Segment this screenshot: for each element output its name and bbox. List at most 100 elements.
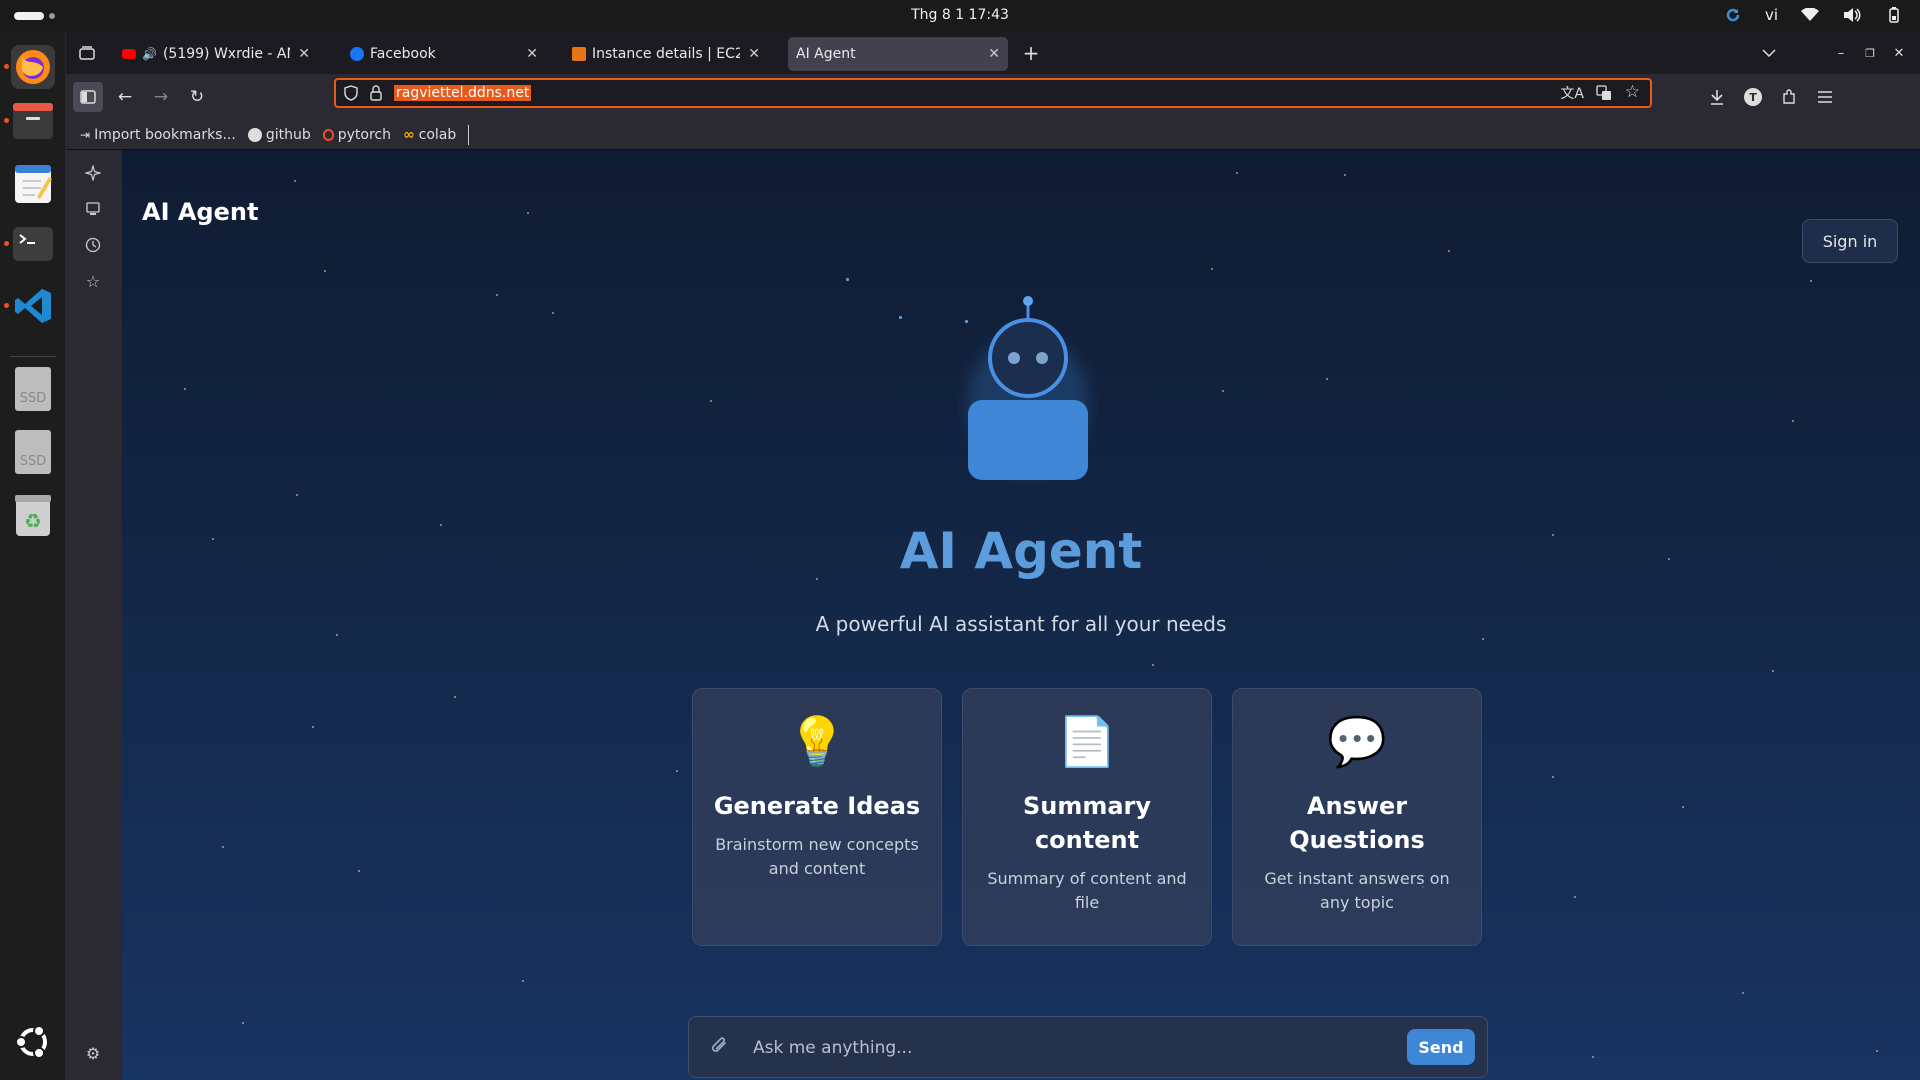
card-title: Answer Questions [1289,792,1425,854]
new-tab-button[interactable]: + [1016,38,1046,68]
url-bar[interactable]: ragviettel.ddns.net 文A ☆ [334,78,1652,108]
window-close-button[interactable]: ✕ [1884,38,1914,68]
card-title: Generate Ideas [713,792,921,820]
card-description: Get instant answers on any topic [1264,869,1450,912]
card-summary-content[interactable]: 📄 Summary content Summary of content and… [962,688,1212,946]
bookmark-import[interactable]: ⇥ Import bookmarks... [80,127,236,143]
minimize-button[interactable]: – [1826,38,1856,68]
keyboard-language[interactable]: vi [1765,6,1778,24]
bookmark-github[interactable]: github [247,127,311,143]
aws-icon [572,47,586,61]
bookmarks-toolbar: ⇥ Import bookmarks... github pytorch ∞ c… [66,120,1920,150]
tab-bar: 🔊 (5199) Wxrdie - ANH F ✕ Facebook ✕ Ins… [66,32,1920,74]
ai-agent-page: AI Agent Sign in AI Agent A powerful AI … [122,150,1920,1080]
tab-overview-icon[interactable] [72,38,102,68]
files-icon[interactable] [4,99,55,143]
volume-icon[interactable] [1842,5,1862,25]
dock: SSD SSD ♻ [0,32,66,1080]
vscode-icon[interactable] [4,284,55,328]
translate-icon[interactable]: 文A [1560,83,1584,103]
tab-title: Facebook [370,46,436,62]
chat-input[interactable] [753,1035,1393,1061]
restore-button[interactable]: ❐ [1855,38,1885,68]
url-text[interactable]: ragviettel.ddns.net [394,85,532,101]
tab-list-chevron-icon[interactable] [1754,38,1784,68]
bookmark-colab[interactable]: ∞ colab [403,127,456,143]
hero-title: AI Agent [899,522,1143,580]
menu-icon[interactable] [1810,82,1840,112]
document-icon: 📄 [1057,713,1117,770]
wifi-icon[interactable] [1800,5,1820,25]
system-clock[interactable]: Thg 8 1 17:43 [0,7,1920,23]
card-title: Summary content [1022,792,1152,854]
svg-text:♻: ♻ [24,509,42,533]
lightbulb-icon: 💡 [787,713,847,770]
tab-facebook[interactable]: Facebook ✕ [342,37,546,71]
history-icon[interactable] [80,232,106,258]
github-icon [247,127,262,142]
battery-icon[interactable] [1884,5,1904,25]
ssd-drive-icon-2[interactable]: SSD [11,430,55,474]
chat-input-bar: Send [688,1016,1488,1078]
bookmark-star-icon[interactable]: ☆ [1625,82,1640,102]
forward-button[interactable]: → [146,82,176,112]
facebook-icon [350,47,364,61]
lock-icon[interactable] [370,85,382,105]
import-icon: ⇥ [80,127,91,142]
colab-icon: ∞ [402,126,415,143]
terminal-icon[interactable] [4,222,55,266]
paperclip-icon[interactable] [709,1035,733,1059]
close-icon[interactable]: ✕ [526,46,538,62]
tab-youtube[interactable]: 🔊 (5199) Wxrdie - ANH F ✕ [114,37,318,71]
extensions-icon[interactable] [1774,82,1804,112]
card-description: Brainstorm new concepts and content [715,835,919,878]
browser-sidebar: ☆ ⚙ [66,150,122,1080]
show-apps-icon[interactable] [11,1020,55,1064]
dock-separator [10,356,56,357]
ai-chatbot-icon[interactable] [80,160,106,186]
sign-in-button[interactable]: Sign in [1802,219,1898,263]
youtube-icon [122,49,136,59]
reload-button[interactable]: ↻ [182,82,212,112]
downloads-icon[interactable] [1702,82,1732,112]
ssd-drive-icon[interactable]: SSD [11,367,55,411]
browser-window: 🔊 (5199) Wxrdie - ANH F ✕ Facebook ✕ Ins… [66,32,1920,1080]
account-icon[interactable]: T [1738,82,1768,112]
brand-title: AI Agent [142,198,259,226]
card-generate-ideas[interactable]: 💡 Generate Ideas Brainstorm new concepts… [692,688,942,946]
tab-title: (5199) Wxrdie - ANH F [162,46,290,62]
svg-text:SSD: SSD [20,391,47,406]
bookmarks-star-icon[interactable]: ☆ [80,268,106,294]
pytorch-icon [322,128,334,141]
back-button[interactable]: ← [110,82,140,112]
hero-subtitle: A powerful AI assistant for all your nee… [815,612,1227,636]
page-translate-icon[interactable] [1596,85,1612,105]
card-answer-questions[interactable]: 💬 Answer Questions Get instant answers o… [1232,688,1482,946]
sidebar-toggle-icon[interactable] [73,82,103,112]
synced-tabs-icon[interactable] [80,196,106,222]
bookmark-pytorch[interactable]: pytorch [322,127,391,143]
speaker-icon[interactable]: 🔊 [142,47,157,61]
robot-mascot-icon [968,296,1088,480]
nav-toolbar: ← → ↻ ragviettel.ddns.net 文A ☆ T [66,74,1920,120]
svg-text:SSD: SSD [20,454,47,469]
close-icon[interactable]: ✕ [988,46,1000,62]
tab-ai-agent[interactable]: AI Agent ✕ [788,37,1008,71]
tab-ec2[interactable]: Instance details | EC2 | ap ✕ [564,37,768,71]
card-description: Summary of content and file [987,869,1187,912]
text-editor-icon[interactable] [11,162,55,206]
trash-icon[interactable]: ♻ [11,494,55,538]
tab-title: AI Agent [796,46,856,62]
close-icon[interactable]: ✕ [298,46,310,62]
sync-icon[interactable] [1723,5,1743,25]
settings-gear-icon[interactable]: ⚙ [80,1040,106,1066]
system-tray[interactable]: vi [1723,5,1904,25]
system-top-bar: Thg 8 1 17:43 vi [0,0,1920,32]
speech-bubble-icon: 💬 [1327,713,1387,770]
send-button[interactable]: Send [1407,1029,1475,1065]
shield-icon[interactable] [344,85,358,105]
close-icon[interactable]: ✕ [748,46,760,62]
bookmarks-divider [468,124,470,145]
tab-title: Instance details | EC2 | ap [592,46,741,62]
firefox-icon[interactable] [4,45,55,89]
